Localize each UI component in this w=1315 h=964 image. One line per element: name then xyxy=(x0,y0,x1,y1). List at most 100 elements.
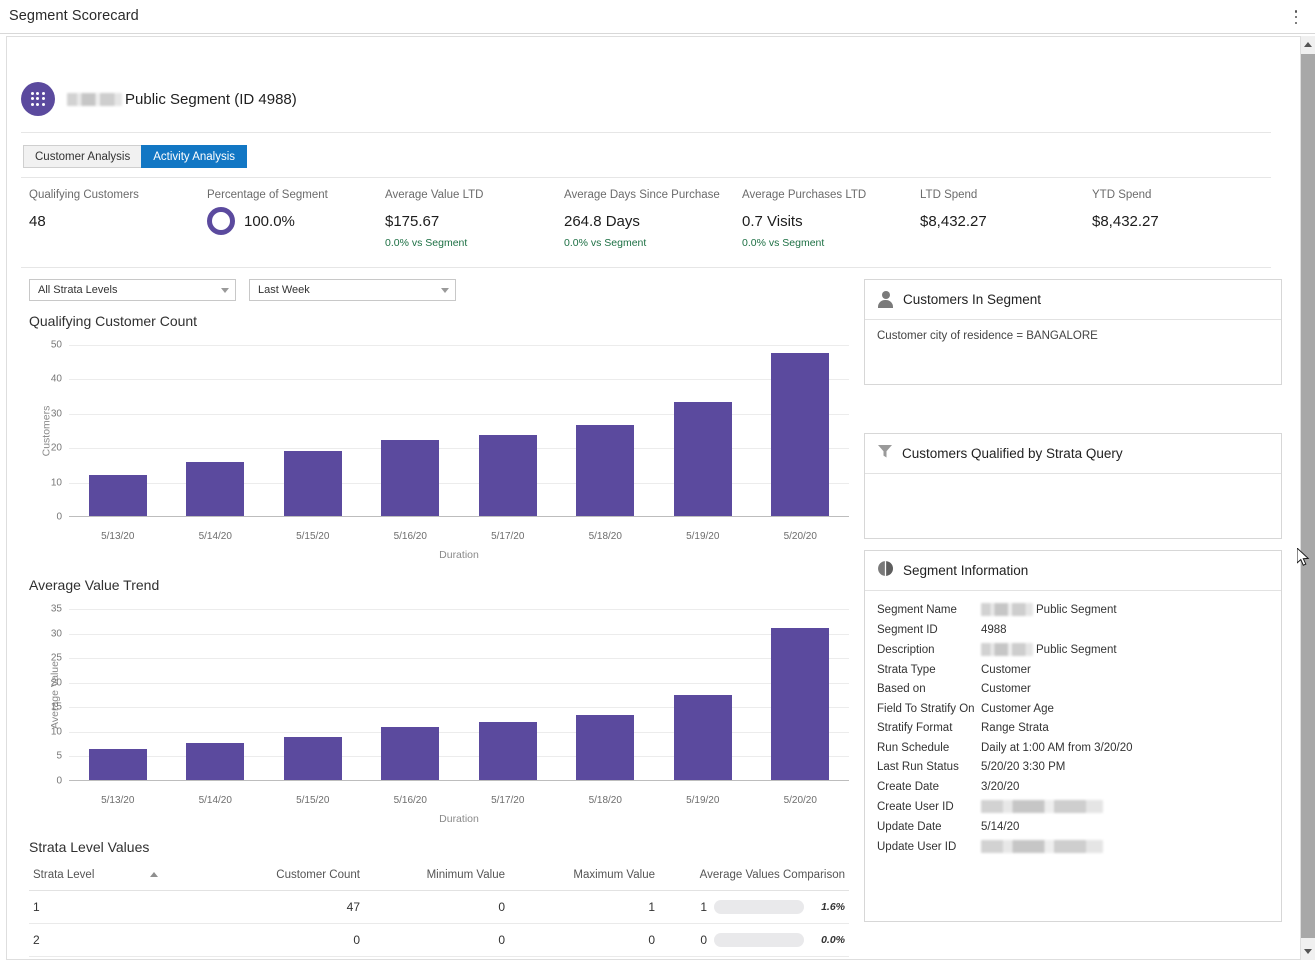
segment-info-key: Strata Type xyxy=(877,663,936,676)
table-row[interactable]: 1 47 0 1 1 1.6% xyxy=(29,890,849,924)
kebab-menu-icon[interactable] xyxy=(1289,9,1303,25)
column-header-minimum-value[interactable]: Minimum Value xyxy=(364,869,509,891)
segment-info-key: Segment Name xyxy=(877,603,957,616)
chart-bar[interactable] xyxy=(771,352,830,516)
column-header-strata-level[interactable]: Strata Level xyxy=(29,869,219,891)
kpi-label: Average Days Since Purchase xyxy=(564,189,720,201)
segment-info-row: Field To Stratify On Customer Age xyxy=(877,703,1269,715)
chart-bar[interactable] xyxy=(88,748,147,780)
chart-bar[interactable] xyxy=(381,440,440,516)
cell-maximum-value: 63 xyxy=(509,956,659,964)
funnel-filter-icon xyxy=(877,443,893,464)
chart-x-tick-label: 5/14/20 xyxy=(198,795,232,806)
chart-x-tick-label: 5/15/20 xyxy=(296,531,330,542)
cell-minimum-value: 0 xyxy=(364,890,509,924)
segment-info-row: Last Run Status 5/20/20 3:30 PM xyxy=(877,761,1269,773)
segment-info-value-text: Daily at 1:00 AM from 3/20/20 xyxy=(981,741,1133,754)
segment-info-value-text: Public Segment xyxy=(1036,643,1117,656)
chart-bar[interactable] xyxy=(381,726,440,780)
chart-bar[interactable] xyxy=(283,451,342,516)
page-title-text: Public Segment (ID 4988) xyxy=(125,91,297,108)
chart-bar[interactable] xyxy=(186,742,245,780)
segment-info-value: Daily at 1:00 AM from 3/20/20 xyxy=(981,742,1133,754)
chart-bar[interactable] xyxy=(576,424,635,516)
chevron-down-icon xyxy=(221,287,229,293)
filter-bar: All Strata Levels Last Week xyxy=(29,279,456,301)
chart-y-tick-label: 5 xyxy=(56,750,62,762)
chart-gridline xyxy=(69,731,849,733)
cell-customer-count: 47 xyxy=(219,890,364,924)
table-header-row: Strata Level Customer Count Minimum Valu… xyxy=(29,869,849,891)
scroll-up-icon[interactable] xyxy=(1300,36,1315,53)
segment-information-panel: Segment Information Segment Name Public S… xyxy=(864,550,1282,922)
strata-level-filter[interactable]: All Strata Levels xyxy=(29,279,236,301)
segment-info-row: Run Schedule Daily at 1:00 AM from 3/20/2… xyxy=(877,742,1269,754)
chart-y-tick-label: 0 xyxy=(56,775,62,787)
tab-activity-analysis[interactable]: Activity Analysis xyxy=(141,145,248,168)
chart-gridline xyxy=(69,413,849,415)
chart-bar[interactable] xyxy=(478,722,537,780)
header-divider xyxy=(21,132,1271,133)
scroll-down-icon[interactable] xyxy=(1300,943,1315,960)
segment-info-row: Update User ID xyxy=(877,840,1269,853)
table-row[interactable]: 3163636398.4% xyxy=(29,956,849,964)
sort-ascending-icon[interactable] xyxy=(149,872,158,878)
kpi-label: Qualifying Customers xyxy=(29,189,139,201)
chart-bar[interactable] xyxy=(186,462,245,516)
chart-y-tick-label: 35 xyxy=(50,603,62,615)
kpi-average-value-ltd: Average Value LTD $175.67 0.0% vs Segmen… xyxy=(385,189,483,249)
chart-y-tick-label: 10 xyxy=(50,477,62,489)
cell-average-values-comparison: 0 0.0% xyxy=(659,923,849,957)
chart-bar[interactable] xyxy=(478,435,537,516)
chart-bar[interactable] xyxy=(673,695,732,780)
chart-x-tick-label: 5/13/20 xyxy=(101,795,135,806)
time-range-filter[interactable]: Last Week xyxy=(249,279,456,301)
chart-bar[interactable] xyxy=(88,474,147,516)
cell-customer-count: 1 xyxy=(219,956,364,964)
comparison-value: 1 xyxy=(700,900,707,914)
chart-gridline xyxy=(69,345,849,346)
segment-info-key: Based on xyxy=(877,683,926,695)
chart-x-axis-label: Duration xyxy=(439,813,479,825)
segment-info-value: Public Segment xyxy=(981,603,1117,616)
cell-strata-level: 2 xyxy=(29,923,219,957)
column-header-customer-count[interactable]: Customer Count xyxy=(219,869,364,891)
segment-info-value: 5/20/20 3:30 PM xyxy=(981,761,1065,773)
segment-info-key: Field To Stratify On xyxy=(877,702,975,715)
column-label: Strata Level xyxy=(33,869,95,881)
panel-header: Segment Information xyxy=(865,551,1281,591)
segment-criteria-text: Customer city of residence = BANGALORE xyxy=(877,330,1098,342)
kpi-label: Average Value LTD xyxy=(385,189,484,201)
chart-bar[interactable] xyxy=(673,402,732,516)
scrollbar-thumb[interactable] xyxy=(1301,54,1315,938)
column-header-average-values-comparison[interactable]: Average Values Comparison xyxy=(659,869,849,891)
kpi-value: $8,432.27 xyxy=(1092,213,1159,230)
chart-bar[interactable] xyxy=(771,627,830,780)
qualifying-customer-count-title: Qualifying Customer Count xyxy=(29,313,198,329)
chart-x-tick-label: 5/17/20 xyxy=(491,795,525,806)
chart-bar[interactable] xyxy=(576,715,635,780)
column-header-maximum-value[interactable]: Maximum Value xyxy=(509,869,659,891)
chart-x-tick-label: 5/18/20 xyxy=(588,531,622,542)
chart-x-tick-label: 5/16/20 xyxy=(393,795,427,806)
tab-customer-analysis[interactable]: Customer Analysis xyxy=(23,145,142,168)
panel-header: Customers In Segment xyxy=(865,280,1281,320)
chart-gridline xyxy=(69,379,849,381)
segment-info-value: Customer xyxy=(981,683,1031,695)
panel-body: Customer city of residence = BANGALORE xyxy=(865,320,1281,352)
comparison-bar-track xyxy=(714,900,804,914)
kpi-subtext: 0.0% vs Segment xyxy=(564,237,647,249)
segment-information-list: Segment Name Public Segment Segment ID 4988… xyxy=(865,591,1281,853)
segment-info-row: Create User ID xyxy=(877,800,1269,813)
cell-average-values-comparison: 6398.4% xyxy=(659,956,849,964)
page-title: Public Segment (ID 4988) xyxy=(67,91,297,108)
vertical-scrollbar[interactable] xyxy=(1299,36,1315,960)
analysis-tabs: Customer Analysis Activity Analysis xyxy=(23,145,248,168)
kpi-label: Average Purchases LTD xyxy=(742,189,867,201)
chart-bar[interactable] xyxy=(283,736,342,780)
kpi-percentage-of-segment: Percentage of Segment 100.0% xyxy=(207,189,328,235)
table-row[interactable]: 2 0 0 0 0 0.0% xyxy=(29,923,849,957)
comparison-percent: 1.6% xyxy=(821,901,845,913)
segment-info-value-text: Range Strata xyxy=(981,722,1049,734)
average-value-trend-title: Average Value Trend xyxy=(29,577,160,593)
